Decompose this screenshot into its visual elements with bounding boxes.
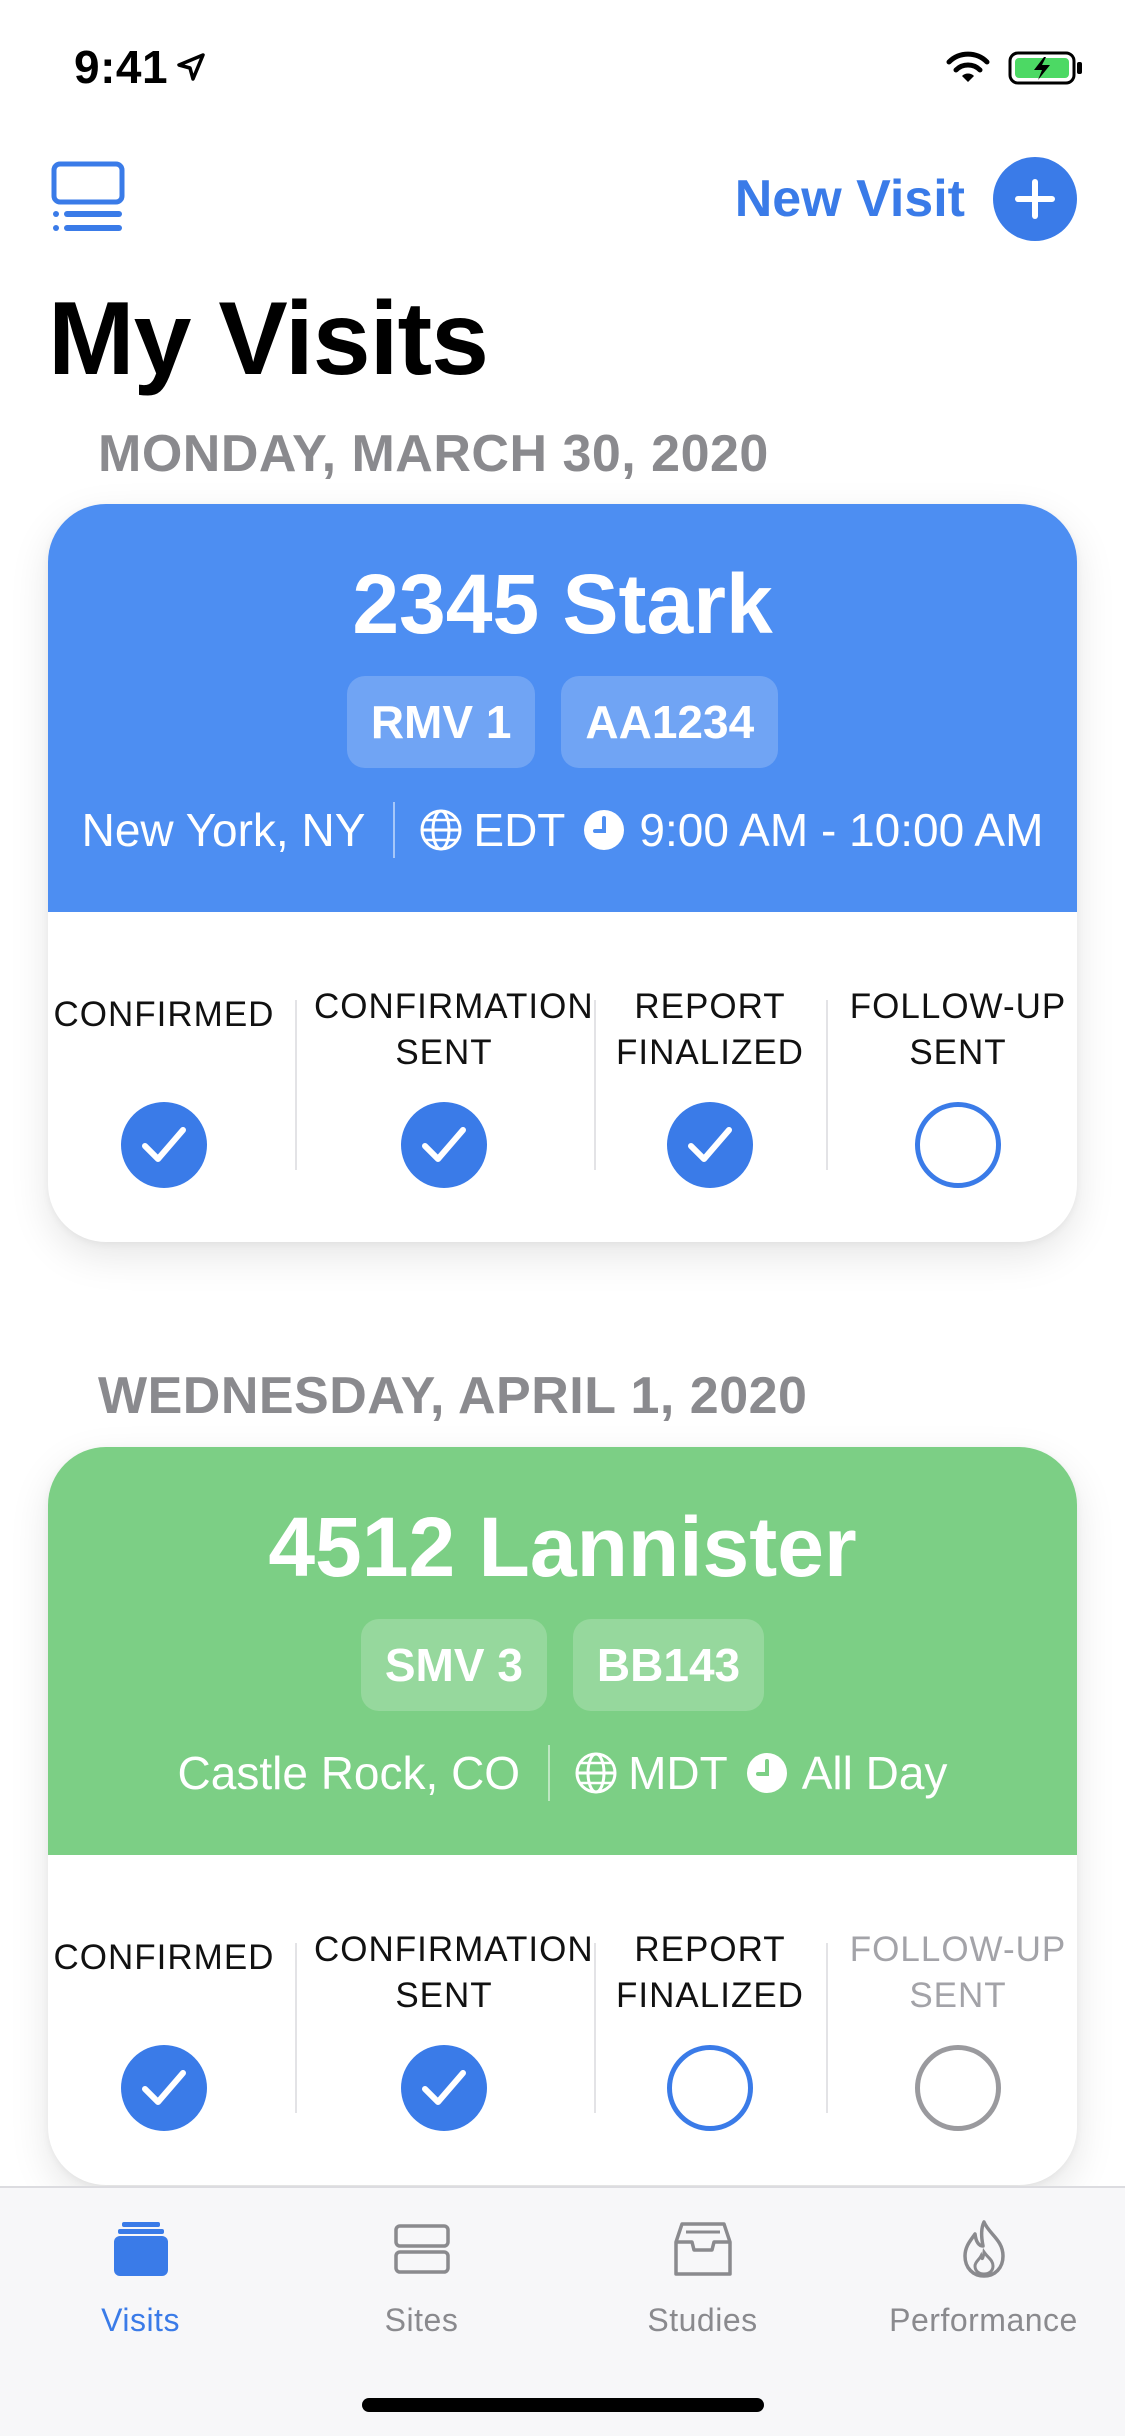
tab-studies[interactable]: Studies bbox=[562, 2188, 843, 2358]
visit-city: New York, NY bbox=[81, 804, 366, 856]
visit-title: 2345 Stark bbox=[352, 557, 773, 651]
visit-card[interactable]: 4512 Lannister SMV 3 BB143 Castle Rock, … bbox=[48, 1447, 1077, 2185]
visit-meta: New York, NY EDT 9:00 AM - 10:00 AM bbox=[48, 802, 1077, 858]
visit-chip: RMV 1 bbox=[346, 676, 536, 768]
status-step-label: REPORT FINALIZED bbox=[595, 1927, 825, 2019]
status-step: CONFIRMED bbox=[49, 912, 279, 1242]
visit-date-header: WEDNESDAY, APRIL 1, 2020 bbox=[98, 1367, 808, 1425]
status-step-label: FOLLOW-UP SENT bbox=[838, 1927, 1077, 2019]
divider bbox=[548, 1745, 551, 1801]
clock-icon bbox=[584, 810, 625, 850]
status-step-label-line: FINALIZED bbox=[616, 1033, 804, 1072]
visit-chip: BB143 bbox=[572, 1619, 765, 1711]
visit-steps: CONFIRMED CONFIRMATION SENT REPORT FINALIZED… bbox=[48, 912, 1077, 1242]
studies-icon bbox=[673, 2222, 732, 2276]
status-step-label: CONFIRMATION SENT bbox=[314, 984, 594, 1076]
status-step-label-line: FINALIZED bbox=[616, 1976, 804, 2015]
status-step-label: CONFIRMATION SENT bbox=[314, 1927, 594, 2019]
status-step-label-line: REPORT bbox=[634, 987, 786, 1026]
status-step-label: REPORT FINALIZED bbox=[595, 984, 825, 1076]
status-step-label-line: FOLLOW-UP bbox=[849, 1930, 1067, 1969]
status-step-label: CONFIRMED bbox=[49, 992, 279, 1038]
divider bbox=[295, 1943, 297, 2113]
new-visit-button[interactable]: New Visit bbox=[735, 156, 1077, 242]
new-visit-label: New Visit bbox=[734, 170, 965, 228]
checkmark-icon[interactable] bbox=[121, 1102, 207, 1188]
status-step-label-line: CONFIRMED bbox=[53, 1938, 275, 1977]
visit-chips: SMV 3 BB143 bbox=[48, 1619, 1077, 1711]
list-view-icon[interactable] bbox=[48, 158, 128, 236]
globe-icon bbox=[575, 1752, 617, 1794]
checkmark-icon[interactable] bbox=[401, 1102, 487, 1188]
tab-sites[interactable]: Sites bbox=[281, 2188, 562, 2358]
tab-performance[interactable]: Performance bbox=[843, 2188, 1124, 2358]
checkmark-icon[interactable] bbox=[401, 2045, 487, 2131]
status-step-label-line: SENT bbox=[395, 1976, 493, 2015]
visit-timezone: MDT bbox=[628, 1747, 728, 1799]
tab-label: Sites bbox=[384, 2302, 459, 2338]
status-bar: 9:41 bbox=[0, 0, 1125, 132]
visit-card[interactable]: 2345 Stark RMV 1 AA1234 New York, NY EDT… bbox=[48, 504, 1077, 1242]
page-title: My Visits bbox=[48, 281, 489, 397]
divider bbox=[295, 1000, 297, 1170]
visit-title: 4512 Lannister bbox=[268, 1500, 857, 1594]
status-step-label-line: SENT bbox=[909, 1976, 1007, 2015]
battery-charging-icon bbox=[1008, 51, 1082, 85]
status-step: REPORT FINALIZED bbox=[595, 1855, 825, 2185]
status-step-label: CONFIRMED bbox=[49, 1935, 279, 1981]
status-step: CONFIRMED bbox=[49, 1855, 279, 2185]
home-indicator[interactable] bbox=[362, 2398, 764, 2412]
visit-timezone: EDT bbox=[473, 804, 566, 856]
visit-card-header: 2345 Stark RMV 1 AA1234 New York, NY EDT… bbox=[48, 504, 1077, 912]
divider bbox=[594, 1000, 596, 1170]
status-step-label-line: CONFIRMED bbox=[53, 995, 275, 1034]
empty-circle-icon[interactable] bbox=[915, 1102, 1001, 1188]
sites-icon bbox=[393, 2224, 450, 2274]
status-time: 9:41 bbox=[74, 41, 169, 93]
visit-chips: RMV 1 AA1234 bbox=[48, 676, 1077, 768]
status-step-label-line: REPORT bbox=[634, 1930, 786, 1969]
tab-label: Studies bbox=[647, 2302, 758, 2338]
visit-card-header: 4512 Lannister SMV 3 BB143 Castle Rock, … bbox=[48, 1447, 1077, 1855]
globe-icon bbox=[420, 809, 462, 851]
visit-chip: AA1234 bbox=[561, 676, 779, 768]
tab-label: Performance bbox=[889, 2302, 1078, 2338]
visit-date-header: MONDAY, MARCH 30, 2020 bbox=[98, 425, 769, 483]
wifi-icon bbox=[946, 51, 990, 82]
status-step: REPORT FINALIZED bbox=[595, 912, 825, 1242]
status-step-label-line: SENT bbox=[395, 1033, 493, 1072]
checkmark-icon[interactable] bbox=[121, 2045, 207, 2131]
status-step-label-line: SENT bbox=[909, 1033, 1007, 1072]
status-step: CONFIRMATION SENT bbox=[314, 1855, 594, 2185]
tab-visits[interactable]: Visits bbox=[0, 2188, 281, 2358]
status-step-label-line: CONFIRMATION bbox=[314, 1930, 594, 1969]
location-arrow-icon bbox=[177, 53, 205, 81]
empty-circle-icon[interactable] bbox=[667, 2045, 753, 2131]
divider bbox=[826, 1000, 828, 1170]
status-step-label: FOLLOW-UP SENT bbox=[838, 984, 1077, 1076]
status-step: CONFIRMATION SENT bbox=[314, 912, 594, 1242]
plus-icon bbox=[993, 157, 1077, 241]
visit-city: Castle Rock, CO bbox=[177, 1747, 521, 1799]
visit-steps: CONFIRMED CONFIRMATION SENT REPORT FINALIZED… bbox=[48, 1855, 1077, 2185]
visit-chip: SMV 3 bbox=[360, 1619, 547, 1711]
visit-time: 9:00 AM - 10:00 AM bbox=[639, 804, 1044, 856]
tab-label: Visits bbox=[101, 2302, 180, 2338]
divider bbox=[594, 1943, 596, 2113]
performance-icon bbox=[962, 2220, 1005, 2278]
empty-circle-icon[interactable] bbox=[915, 2045, 1001, 2131]
divider bbox=[826, 1943, 828, 2113]
status-step-label-line: CONFIRMATION bbox=[314, 987, 594, 1026]
clock-icon bbox=[746, 1753, 787, 1793]
visit-meta: Castle Rock, CO MDT All Day bbox=[48, 1745, 1077, 1801]
divider bbox=[393, 802, 396, 858]
status-step: FOLLOW-UP SENT bbox=[838, 1855, 1077, 2185]
status-step: FOLLOW-UP SENT bbox=[838, 912, 1077, 1242]
visits-icon bbox=[113, 2222, 168, 2276]
checkmark-icon[interactable] bbox=[667, 1102, 753, 1188]
status-step-label-line: FOLLOW-UP bbox=[849, 987, 1067, 1026]
visit-time: All Day bbox=[801, 1747, 948, 1799]
